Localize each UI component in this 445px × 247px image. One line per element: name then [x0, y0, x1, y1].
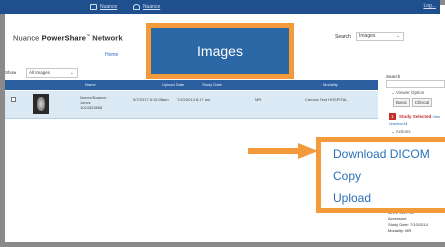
- study-selected-label: Study Selected: [399, 114, 432, 119]
- study-info: MRN: 2227.28 Accession: Study Date: 7/10…: [388, 210, 428, 234]
- column-header-study-date[interactable]: Study Date: [202, 82, 222, 87]
- monitor-icon: [90, 4, 97, 10]
- side-search-input[interactable]: [386, 80, 445, 88]
- actions-label: Actions: [395, 129, 411, 134]
- viewer-option-toggle[interactable]: ⌄ Viewer Option: [391, 90, 424, 96]
- home-link[interactable]: Home: [105, 52, 118, 58]
- filter-value: All Images: [29, 70, 51, 75]
- actions-menu-callout: Download DICOM Copy Upload: [316, 137, 445, 213]
- brand-suffix: Network: [92, 33, 123, 43]
- arrow-right-icon: [248, 143, 318, 159]
- actions-toggle[interactable]: ⌄ Actions: [391, 129, 411, 135]
- modality-cell: MR: [255, 97, 262, 102]
- brand-name: PowerShare: [41, 33, 86, 43]
- patient-id-line: 1024323658: [80, 105, 103, 110]
- study-date-cell: 7/10/2014 8:17 am: [177, 97, 211, 102]
- nav-tab-2[interactable]: Nuance: [133, 2, 160, 12]
- filter-label: Show: [5, 70, 17, 75]
- table-row[interactable]: Nunez/Nuance Jones 1024323658 9/7/2017 8…: [5, 91, 378, 119]
- brand-logo: Nuance PowerShare™ Network: [13, 33, 123, 43]
- column-header-name[interactable]: Name: [85, 82, 96, 87]
- top-nav-bar: Nuance Nuance Log...: [0, 0, 440, 14]
- table-header: Name Upload Date Study Date Modality: [5, 80, 378, 90]
- chevron-down-icon: ⌄: [395, 33, 400, 39]
- column-header-modality[interactable]: Modality: [323, 82, 338, 87]
- study-view-link[interactable]: View: [433, 115, 441, 119]
- images-tab-callout[interactable]: Images: [146, 23, 294, 79]
- study-thumbnail[interactable]: [33, 94, 49, 114]
- nav-tab-1[interactable]: Nuance: [90, 2, 117, 12]
- images-tab-label: Images: [197, 43, 243, 59]
- patient-name-cell: Nunez/Nuance Jones 1024323658: [80, 95, 106, 110]
- clinical-viewer-button[interactable]: Clinical: [412, 98, 432, 107]
- download-dicom-menu-item[interactable]: Download DICOM: [333, 147, 430, 161]
- filter-select[interactable]: All Images ⌄: [26, 68, 78, 78]
- column-header-upload-date[interactable]: Upload Date: [162, 82, 184, 87]
- upload-menu-item[interactable]: Upload: [333, 191, 371, 205]
- copy-menu-item[interactable]: Copy: [333, 169, 361, 183]
- facility-cell: Canvas Test HOSPITAL: [305, 97, 348, 102]
- row-checkbox[interactable]: [11, 97, 16, 102]
- search-type-value: Images: [359, 33, 376, 39]
- user-icon: [133, 4, 140, 10]
- nav-tab-2-label: Nuance: [143, 4, 161, 10]
- logout-link[interactable]: Log...: [423, 3, 436, 9]
- brand-prefix: Nuance: [13, 33, 40, 43]
- study-count-badge: 1: [389, 113, 396, 120]
- chevron-down-icon: ⌄: [69, 70, 74, 76]
- upload-date-cell: 9/7/2017 8:15:08am: [133, 97, 169, 102]
- search-type-select[interactable]: Images ⌄: [356, 32, 404, 41]
- unselect-all-link[interactable]: Unselect All: [389, 122, 407, 126]
- side-search-label: Search: [386, 74, 401, 79]
- nav-tab-1-label: Nuance: [100, 4, 118, 10]
- basic-viewer-button[interactable]: Basic: [393, 98, 410, 107]
- study-selected-text: Study Selected View: [399, 114, 440, 119]
- viewer-option-label: Viewer Option: [396, 90, 425, 95]
- search-label: Search: [335, 34, 351, 40]
- study-info-modality: Modality: MR: [388, 228, 412, 233]
